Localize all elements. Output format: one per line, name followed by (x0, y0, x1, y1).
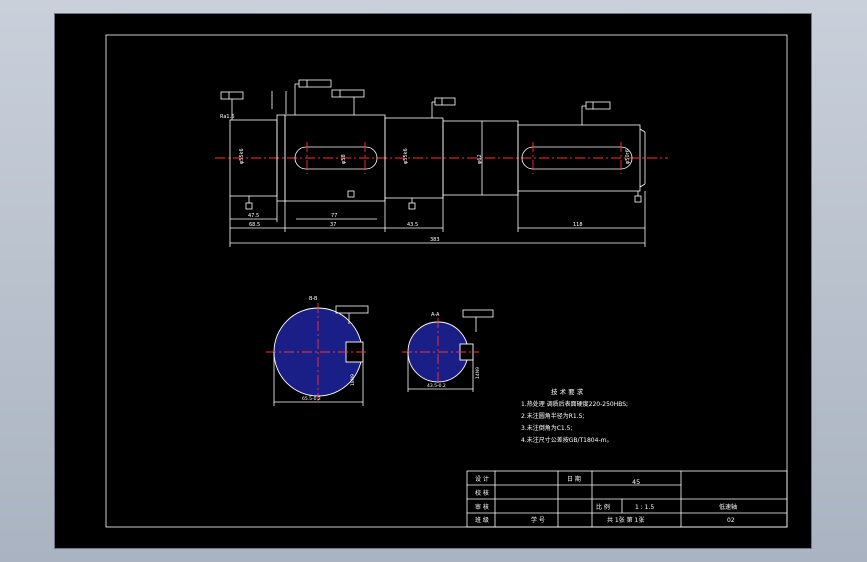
tb-part-name: 低速轴 (719, 503, 737, 511)
tb-scale-label: 比 例 (596, 503, 610, 511)
tb-approve: 审 核 (475, 503, 489, 511)
section-left-dim: 65.5-0.2 (302, 396, 321, 402)
section-view-right: A-A 43.5-0.2 14N9 (402, 309, 494, 392)
tb-student-no: 学 号 (531, 516, 545, 524)
section-right-dim: 43.5-0.2 (427, 383, 446, 389)
cad-viewport[interactable]: φ55k6 φ58 φ55k6 φ62 φ50r6 Ra1.6 47.5 68.… (55, 14, 811, 548)
svg-text:Ra1.6: Ra1.6 (220, 114, 234, 120)
requirement-4: 4.未注尺寸公差按GB/T1804-m。 (521, 436, 612, 444)
dim-d7: 118 (573, 222, 583, 228)
datum-box-3 (408, 202, 416, 210)
section-left-label: B-B (309, 296, 318, 302)
dim-d4: 43.5 (407, 222, 418, 228)
gdt-frame-4 (431, 97, 456, 118)
svg-text:φ50r6: φ50r6 (625, 149, 631, 164)
svg-text:φ58: φ58 (341, 154, 347, 164)
svg-text:14N9: 14N9 (475, 367, 481, 379)
tb-scale-value: 1 : 1.5 (635, 504, 654, 511)
dim-d3: 77 (331, 213, 337, 219)
drawing-canvas: φ55k6 φ58 φ55k6 φ62 φ50r6 Ra1.6 47.5 68.… (105, 34, 788, 528)
tb-material: 45 (632, 478, 640, 486)
requirements-title: 技 术 要 求 (551, 387, 584, 396)
tb-class: 班 级 (475, 516, 489, 524)
shaft-main-view: φ55k6 φ58 φ55k6 φ62 φ50r6 Ra1.6 47.5 68.… (215, 79, 668, 247)
svg-text:18N9: 18N9 (350, 374, 356, 386)
requirement-1: 1.热处理 调质后表面硬度220-250HBS; (521, 400, 628, 408)
dim-d6: 37 (330, 222, 336, 228)
svg-text:φ55k6: φ55k6 (239, 148, 245, 164)
section-right-label: A-A (431, 312, 440, 318)
section-view-left: B-B 65.5-0.2 18N9 (266, 296, 369, 406)
gdt-frame-2 (294, 79, 332, 115)
gdt-frame-5 (581, 101, 611, 125)
dim-d1: 47.5 (248, 213, 259, 219)
title-block: 设 计 校 核 审 核 班 级 日 期 学 号 45 比 例 1 : 1.5 低… (466, 470, 788, 528)
datum-box-1 (245, 202, 253, 210)
dim-d2: 68.5 (249, 222, 260, 228)
gdt-frame-3 (331, 89, 365, 115)
requirement-3: 3.未注倒角为C1.5; (521, 424, 572, 432)
requirement-2: 2.未注圆角半径为R1.5; (521, 412, 584, 420)
sheet-border (105, 34, 788, 528)
tb-date: 日 期 (567, 475, 581, 483)
svg-text:φ55k6: φ55k6 (403, 148, 409, 164)
dim-d5: 383 (430, 237, 440, 243)
technical-requirements: 技 术 要 求 1.热处理 调质后表面硬度220-250HBS; 2.未注圆角半… (521, 387, 628, 444)
datum-box-4 (634, 195, 642, 203)
dimension-lines (229, 121, 646, 247)
tb-sheets: 共 1张 第 1张 (607, 516, 644, 524)
tb-drawing-no: 02 (727, 517, 735, 524)
datum-box-2 (347, 190, 355, 198)
tb-design: 设 计 (475, 475, 489, 483)
tb-check: 校 核 (475, 489, 489, 497)
